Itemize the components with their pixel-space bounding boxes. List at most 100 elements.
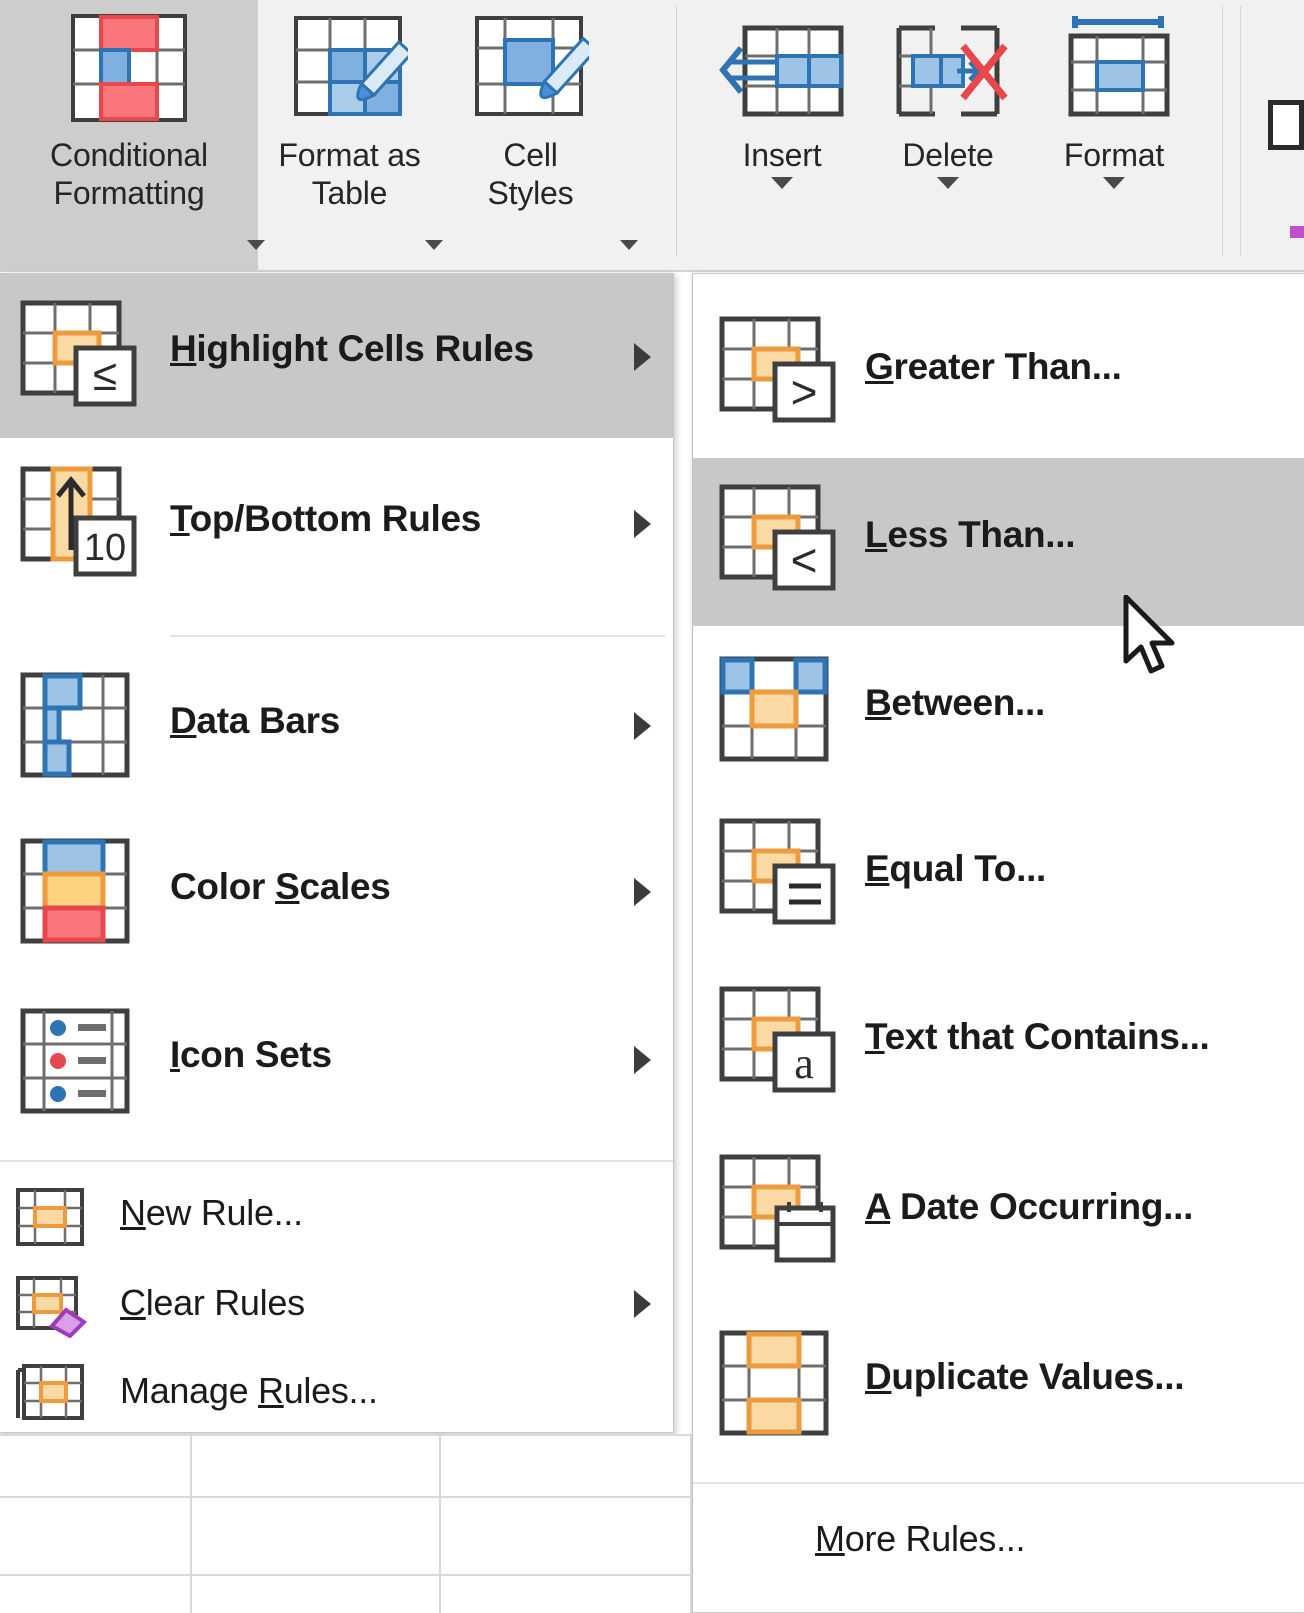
chevron-right-icon [634,1290,651,1318]
submenu-item-less-than[interactable]: < Less Than... [693,458,1304,626]
chevron-down-icon[interactable] [937,176,959,189]
svg-text:10: 10 [84,527,126,569]
delete-cells-icon [885,14,1011,127]
ribbon-button-insert[interactable]: Insert [700,0,864,270]
submenu-item-label: A Date Occurring... [865,1186,1194,1227]
submenu-item-label: Duplicate Values... [865,1356,1185,1397]
menu-item-label: New Rule... [120,1192,303,1233]
clear-rules-icon [16,1276,88,1338]
ribbon-button-cell-styles[interactable]: Cell Styles [443,0,618,270]
partial-ribbon-swatch[interactable] [1290,226,1304,238]
grid-line [690,1434,692,1613]
new-rule-icon [16,1188,84,1246]
menu-item-new-rule[interactable]: New Rule... [0,1170,673,1260]
ribbon-button-conditional-formatting[interactable]: Conditional Formatting [0,0,258,270]
submenu-item-equal-to[interactable]: Equal To... [693,792,1304,960]
mouse-cursor [1122,594,1182,683]
submenu-item-label: Equal To... [865,848,1047,889]
menu-item-top-bottom-rules[interactable]: 10 Top/Bottom Rules [0,438,673,608]
manage-rules-icon [14,1364,86,1426]
conditional-formatting-icon [71,14,187,127]
menu-separator [0,1160,673,1162]
ribbon-button-label: Format as Table [278,137,421,211]
menu-item-manage-rules[interactable]: Manage Rules... [0,1350,673,1436]
submenu-item-label: Text that Contains... [865,1016,1210,1057]
text-that-contains-icon: a [719,986,837,1100]
chevron-right-icon [634,878,651,906]
menu-separator [170,635,665,637]
a-date-occurring-icon [719,1154,837,1270]
menu-item-clear-rules[interactable]: Clear Rules [0,1260,673,1350]
menu-item-label: Color Scales [170,866,391,907]
icon-sets-icon [20,1008,130,1114]
grid-line [0,1496,692,1498]
menu-item-label: Icon Sets [170,1034,332,1075]
ribbon-button-label: Format [1063,137,1165,173]
menu-item-label: Top/Bottom Rules [170,498,482,539]
svg-text:a: a [794,1039,814,1088]
chevron-down-icon[interactable] [425,240,443,250]
format-cells-icon [1051,14,1177,127]
chevron-down-icon[interactable] [771,176,793,189]
grid-line [0,1434,692,1436]
submenu-item-duplicate-values[interactable]: Duplicate Values... [693,1298,1304,1468]
between-icon [719,656,829,762]
menu-item-data-bars[interactable]: Data Bars [0,642,673,808]
less-than-icon: < [719,484,837,598]
ribbon-group-separator [676,6,677,256]
submenu-separator [693,1482,1304,1484]
ribbon-home-tab: Conditional Formatting Format as Table C… [0,0,1304,272]
ribbon-button-label: Conditional Formatting [50,137,208,211]
submenu-item-label: Between... [865,682,1045,723]
greater-than-icon: > [719,316,837,430]
grid-line [190,1434,192,1613]
grid-line [439,1434,441,1613]
menu-item-highlight-cells-rules[interactable]: ≤ Highlight Cells Rules [0,274,673,438]
cell-styles-icon [473,14,598,127]
duplicate-values-icon [719,1330,829,1436]
ribbon-button-format[interactable]: Format [1032,0,1196,270]
spreadsheet-grid[interactable] [0,1434,692,1613]
submenu-item-a-date-occurring[interactable]: A Date Occurring... [693,1128,1304,1298]
grid-line [0,1574,692,1576]
ribbon-button-format-as-table[interactable]: Format as Table [262,0,437,270]
menu-item-icon-sets[interactable]: Icon Sets [0,976,673,1146]
submenu-item-label: Less Than... [865,514,1076,555]
data-bars-icon [20,672,130,778]
ribbon-button-label: Insert [742,137,822,173]
insert-cells-icon [719,14,845,127]
chevron-right-icon [634,1046,651,1074]
submenu-item-greater-than[interactable]: > Greater Than... [693,290,1304,458]
chevron-down-icon[interactable] [620,240,638,250]
submenu-item-between[interactable]: Between... [693,626,1304,792]
ribbon-button-label: Cell Styles [487,137,574,211]
ribbon-button-label: Delete [902,137,994,173]
ribbon-button-delete[interactable]: Delete [866,0,1030,270]
highlight-cells-rules-submenu: > Greater Than... < Less Than... Between… [692,273,1304,1613]
color-scales-icon [20,838,130,944]
svg-text:≤: ≤ [93,351,117,400]
submenu-item-more-rules[interactable]: More Rules... [693,1490,1304,1590]
submenu-item-text-that-contains[interactable]: a Text that Contains... [693,960,1304,1128]
ribbon-group-separator [1222,6,1223,256]
top-bottom-rules-icon: 10 [20,466,138,582]
submenu-item-label: More Rules... [815,1518,1026,1559]
ribbon-group-separator [1240,6,1241,256]
equal-to-icon [719,818,837,932]
chevron-right-icon [634,510,651,538]
menu-item-label: Data Bars [170,700,341,741]
conditional-formatting-menu: ≤ Highlight Cells Rules 10 Top/Bottom Ru… [0,273,674,1433]
chevron-right-icon [634,343,651,371]
partial-ribbon-icon[interactable] [1268,100,1304,150]
svg-text:>: > [791,366,818,418]
menu-item-label: Manage Rules... [120,1370,378,1411]
menu-item-label: Clear Rules [120,1282,305,1323]
svg-text:<: < [791,534,818,586]
highlight-cells-rules-icon: ≤ [20,300,138,414]
menu-item-color-scales[interactable]: Color Scales [0,808,673,976]
format-as-table-icon [292,14,414,127]
chevron-down-icon[interactable] [1103,176,1125,189]
submenu-item-label: Greater Than... [865,346,1122,387]
chevron-right-icon [634,712,651,740]
menu-item-label: Highlight Cells Rules [170,328,534,369]
